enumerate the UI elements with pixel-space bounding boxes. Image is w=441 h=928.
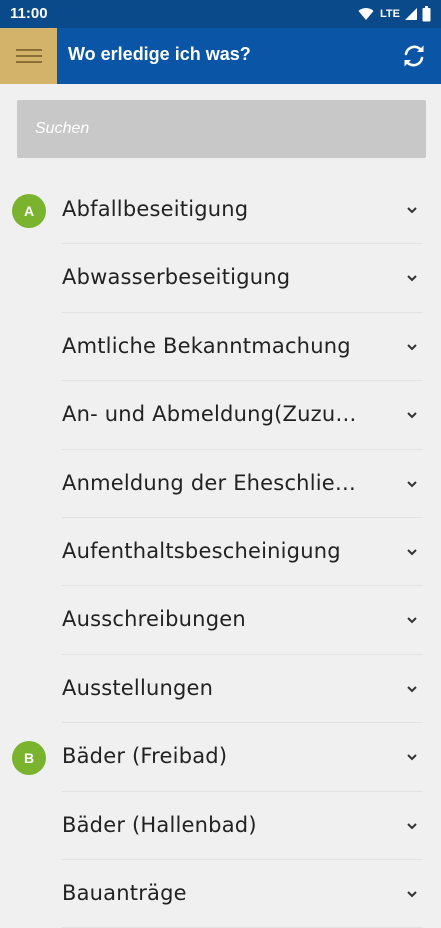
list-item-label: An- und Abmeldung(Zuzu…	[62, 402, 357, 427]
list-item-label: Aufenthaltsbescheinigung	[62, 538, 341, 563]
list-item[interactable]: B Bäder (Freibad)	[0, 723, 441, 792]
list-item[interactable]: A Abfallbeseitigung	[0, 176, 441, 245]
list-item[interactable]: Ausstellungen	[0, 655, 441, 724]
list-item-label: Ausstellungen	[62, 675, 214, 700]
refresh-icon	[404, 45, 424, 67]
letter-badge: B	[12, 741, 46, 776]
list-item-label: Ausschreibungen	[62, 607, 246, 632]
chevron-down-icon[interactable]	[405, 205, 419, 215]
chevron-down-icon[interactable]	[405, 752, 419, 762]
list-item-label: Bäder (Hallenbad)	[62, 812, 257, 837]
list-item-label: Bauanträge	[62, 880, 187, 905]
wifi-icon	[358, 8, 374, 20]
list-item[interactable]: Bäder (Hallenbad)	[0, 792, 441, 861]
letter-badge: A	[12, 194, 46, 228]
chevron-down-icon[interactable]	[405, 821, 419, 831]
menu-button[interactable]	[0, 28, 57, 84]
chevron-down-icon[interactable]	[405, 684, 419, 694]
list-item[interactable]: An- und Abmeldung(Zuzu…	[0, 381, 441, 450]
page-title: Wo erledige ich was?	[68, 44, 251, 64]
refresh-button[interactable]	[399, 41, 429, 71]
signal-icon	[405, 8, 417, 20]
list-item[interactable]: Ausschreibungen	[0, 586, 441, 656]
list-item-label: Abfallbeseitigung	[62, 197, 249, 221]
chevron-down-icon[interactable]	[405, 889, 419, 899]
list-item-label: Anmeldung der Eheschlie…	[62, 470, 357, 495]
chevron-down-icon[interactable]	[405, 410, 419, 420]
status-icons: LTE	[358, 5, 431, 23]
chevron-down-icon[interactable]	[405, 615, 419, 625]
chevron-down-icon[interactable]	[405, 479, 419, 489]
list-item[interactable]: Aufenthaltsbescheinigung	[0, 518, 441, 587]
network-type-label: LTE	[380, 8, 400, 20]
category-list: A Abfallbeseitigung Abwasserbeseitigung Amt…	[0, 176, 441, 928]
chevron-down-icon[interactable]	[405, 273, 419, 283]
list-item[interactable]: Anmeldung der Eheschlie…	[0, 450, 441, 519]
list-item-label: Amtliche Bekanntmachung	[62, 333, 351, 358]
chevron-down-icon[interactable]	[405, 342, 419, 352]
status-bar: 11:00 LTE	[0, 0, 441, 28]
list-item[interactable]: Abwasserbeseitigung	[0, 244, 441, 314]
battery-icon	[422, 6, 431, 22]
search-input[interactable]	[17, 100, 426, 158]
list-item[interactable]: Amtliche Bekanntmachung	[0, 313, 441, 382]
app-bar: Wo erledige ich was?	[0, 28, 441, 84]
status-time: 11:00	[10, 5, 48, 22]
list-item-label: Abwasserbeseitigung	[62, 265, 291, 290]
list-item-label: Bäder (Freibad)	[62, 744, 228, 769]
chevron-down-icon[interactable]	[405, 547, 419, 557]
list-item[interactable]: Bauanträge	[0, 860, 441, 928]
menu-icon	[15, 49, 42, 63]
